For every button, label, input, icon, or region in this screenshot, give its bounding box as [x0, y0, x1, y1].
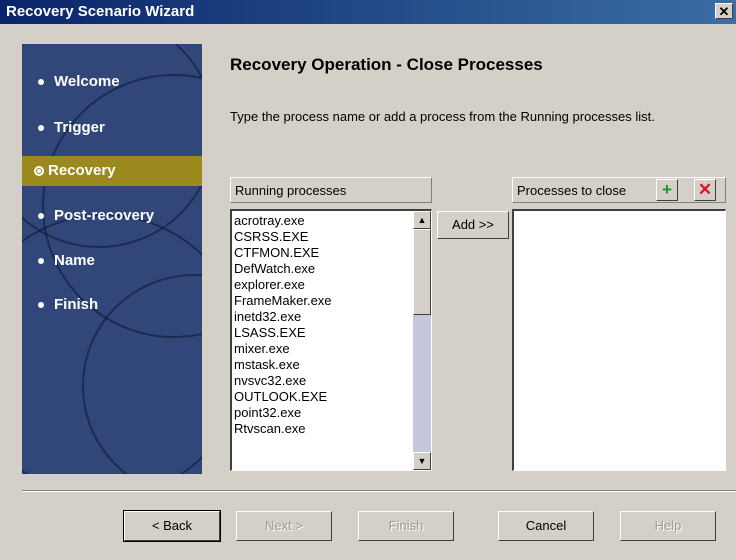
sidebar-item-label: Finish [54, 296, 99, 313]
list-item[interactable]: mstask.exe [232, 357, 410, 373]
arrow-up-icon: ▲ [417, 215, 427, 225]
current-step-icon [34, 166, 44, 177]
running-processes-header: Running processes [230, 177, 432, 203]
list-item[interactable]: inetd32.exe [232, 309, 410, 325]
scroll-down-button[interactable]: ▼ [413, 452, 431, 470]
running-processes-list[interactable]: acrotray.exe CSRSS.EXE CTFMON.EXE DefWatch.… [230, 209, 432, 471]
running-processes-label: Running processes [235, 183, 347, 198]
bullet-icon [38, 125, 44, 132]
list-item[interactable]: DefWatch.exe [232, 261, 410, 277]
wizard-sidebar: Welcome Trigger Recovery Post-recovery N… [22, 44, 202, 474]
close-icon: ✕ [718, 4, 730, 19]
sidebar-item-label: Name [54, 252, 95, 269]
scroll-up-button[interactable]: ▲ [413, 211, 431, 229]
sidebar-item-label: Welcome [54, 73, 120, 90]
sidebar-item-recovery: Recovery [22, 156, 202, 186]
list-item[interactable]: OUTLOOK.EXE [232, 389, 410, 405]
x-icon: ✕ [697, 180, 713, 199]
list-item[interactable]: mixer.exe [232, 341, 410, 357]
bullet-icon [38, 258, 44, 265]
sidebar-item-name: Name [22, 246, 202, 276]
title-bar: Recovery Scenario Wizard ✕ [0, 0, 736, 24]
sidebar-item-post-recovery: Post-recovery [22, 201, 202, 231]
processes-to-close-label: Processes to close [517, 183, 627, 198]
processes-to-close-list[interactable] [512, 209, 726, 471]
back-button[interactable]: < Back [123, 510, 221, 542]
footer-divider [22, 490, 736, 492]
list-item[interactable]: acrotray.exe [232, 213, 410, 229]
sidebar-item-welcome: Welcome [22, 67, 202, 97]
sidebar-item-label: Trigger [54, 119, 105, 136]
arrow-down-icon: ▼ [417, 456, 427, 466]
list-item[interactable]: CSRSS.EXE [232, 229, 410, 245]
add-button[interactable]: Add >> [437, 211, 509, 239]
sidebar-item-finish: Finish [22, 290, 202, 320]
bullet-icon [38, 302, 44, 309]
plus-icon: + [662, 180, 672, 199]
page-description: Type the process name or add a process f… [230, 109, 655, 124]
page-title: Recovery Operation - Close Processes [230, 55, 543, 74]
sidebar-item-label: Recovery [48, 162, 116, 179]
finish-button[interactable]: Finish [358, 511, 454, 541]
list-item[interactable]: Rtvscan.exe [232, 421, 410, 437]
remove-process-button[interactable]: ✕ [694, 179, 716, 201]
add-process-button[interactable]: + [656, 179, 678, 201]
list-item[interactable]: explorer.exe [232, 277, 410, 293]
next-button[interactable]: Next > [236, 511, 332, 541]
window-title: Recovery Scenario Wizard [6, 3, 195, 20]
list-item[interactable]: CTFMON.EXE [232, 245, 410, 261]
list-item[interactable]: nvsvc32.exe [232, 373, 410, 389]
list-item[interactable]: point32.exe [232, 405, 410, 421]
running-list-scrollbar[interactable]: ▲ ▼ [413, 211, 431, 470]
close-button[interactable]: ✕ [715, 3, 733, 19]
list-item[interactable]: FrameMaker.exe [232, 293, 410, 309]
cancel-button[interactable]: Cancel [498, 511, 594, 541]
bullet-icon [38, 213, 44, 220]
sidebar-item-label: Post-recovery [54, 207, 155, 224]
bullet-icon [38, 79, 44, 86]
list-item[interactable]: LSASS.EXE [232, 325, 410, 341]
help-button[interactable]: Help [620, 511, 716, 541]
scroll-thumb[interactable] [413, 229, 431, 315]
sidebar-item-trigger: Trigger [22, 113, 202, 143]
